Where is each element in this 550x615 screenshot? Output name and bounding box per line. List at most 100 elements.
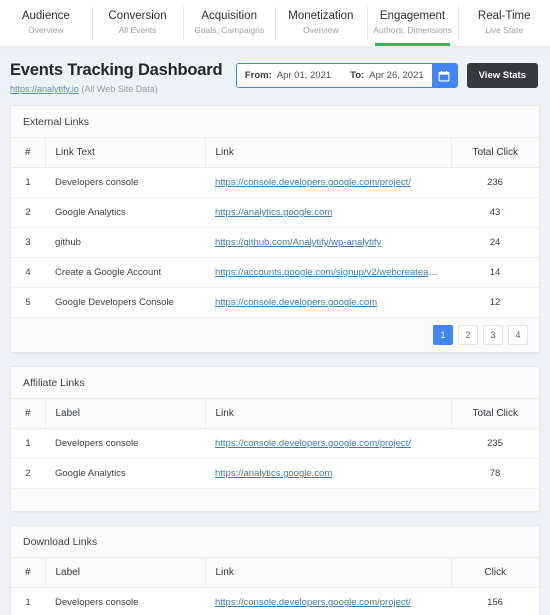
row-link[interactable]: https://console.developers.google.com/pr…: [215, 177, 411, 188]
date-to-label: To:: [350, 70, 365, 81]
download-links-heading: Download Links: [11, 526, 539, 558]
date-range-picker[interactable]: From: Apr 01, 2021 To: Apr 26, 2021: [235, 63, 458, 88]
nav-tab-title: Real-Time: [477, 9, 531, 22]
cell-index: 1: [11, 428, 45, 459]
row-link[interactable]: https://github.com/Analytify/wp-analytif…: [215, 237, 381, 248]
nav-tab-title: Acquisition: [201, 9, 257, 22]
cell-label: Developers console: [45, 587, 205, 615]
row-link[interactable]: https://analytics.google.com: [215, 207, 332, 218]
cell-label: Developers console: [45, 167, 205, 198]
site-url-link[interactable]: https://analytify.io: [10, 84, 79, 94]
table-row: 1 Developers console https://console.dev…: [11, 167, 539, 198]
pagination-page-3[interactable]: 3: [483, 325, 503, 345]
download-links-table-head: # Label Link Click: [11, 558, 539, 588]
cell-label: Google Analytics: [45, 458, 205, 489]
affiliate-links-footer: [11, 489, 539, 511]
column-header-link: Link: [205, 399, 452, 429]
cell-link: https://accounts.google.com/signup/v2/we…: [205, 257, 451, 288]
column-header-label: Link Text: [45, 138, 206, 168]
cell-index: 5: [11, 287, 45, 318]
column-header-label: Label: [45, 399, 206, 429]
column-header-clicks: Total Click: [451, 138, 539, 168]
download-links-table-body: 1 Developers console https://console.dev…: [11, 587, 539, 615]
table-row: 3 github https://github.com/Analytify/wp…: [11, 227, 539, 258]
cell-clicks: 24: [451, 227, 539, 258]
cell-clicks: 156: [451, 587, 539, 615]
external-links-card: External Links # Link Text Link Total Cl…: [10, 105, 540, 353]
cell-clicks: 236: [451, 167, 539, 198]
row-link[interactable]: https://console.developers.google.com/pr…: [215, 438, 411, 449]
external-links-table: # Link Text Link Total Click 1 Developer…: [11, 138, 539, 318]
cell-label: Developers console: [45, 428, 205, 459]
cell-link: https://console.developers.google.com/pr…: [205, 428, 451, 459]
cell-link: https://console.developers.google.com/pr…: [205, 167, 451, 198]
cell-index: 1: [11, 167, 45, 198]
site-info: https://analytify.io (All Web Site Data): [10, 84, 222, 95]
pagination-page-2[interactable]: 2: [458, 325, 478, 345]
column-header-index: #: [11, 399, 46, 429]
cell-link: https://analytics.google.com: [205, 458, 451, 489]
nav-tab-title: Monetization: [288, 9, 354, 22]
page-title: Events Tracking Dashboard: [10, 61, 223, 79]
cell-link: https://console.developers.google.com/pr…: [205, 587, 451, 615]
nav-tab-acquisition[interactable]: Acquisition Goals, Campaigns: [183, 0, 275, 46]
cell-index: 2: [11, 197, 45, 228]
cell-link: https://console.developers.google.com: [205, 287, 451, 318]
table-row: 1 Developers console https://console.dev…: [11, 428, 539, 459]
date-range-display[interactable]: From: Apr 01, 2021 To: Apr 26, 2021: [237, 64, 432, 87]
cell-clicks: 78: [451, 458, 539, 489]
affiliate-links-card: Affiliate Links # Label Link Total Click…: [10, 366, 540, 512]
cell-clicks: 14: [451, 257, 539, 288]
nav-tab-subtitle: Live State: [485, 24, 524, 35]
column-header-label: Label: [45, 558, 206, 588]
view-stats-button[interactable]: View Stats: [466, 63, 538, 88]
affiliate-links-table: # Label Link Total Click 1 Developers co…: [11, 399, 539, 489]
page-header: Events Tracking Dashboard https://analyt…: [0, 47, 550, 105]
nav-tab-monetization[interactable]: Monetization Overview: [275, 0, 367, 46]
page-header-left: Events Tracking Dashboard https://analyt…: [10, 60, 223, 95]
nav-tab-title: Engagement: [379, 9, 446, 22]
date-from-label: From:: [244, 70, 272, 81]
nav-tab-conversion[interactable]: Conversion All Events: [91, 0, 184, 46]
date-to-value: Apr 26, 2021: [369, 70, 424, 81]
pagination-page-1[interactable]: 1: [433, 325, 453, 345]
cell-label: Google Developers Console: [45, 287, 205, 318]
nav-tab-subtitle: Authors, Dimensions: [373, 24, 452, 35]
cell-index: 1: [11, 587, 45, 615]
primary-nav: Audience Overview Conversion All Events …: [0, 0, 550, 47]
column-header-link: Link: [205, 558, 452, 588]
external-links-table-body: 1 Developers console https://console.dev…: [11, 167, 539, 318]
table-header-row: # Label Link Click: [11, 558, 539, 588]
cell-label: github: [45, 227, 205, 258]
column-header-link: Link: [205, 138, 452, 168]
table-row: 2 Google Analytics https://analytics.goo…: [11, 458, 539, 489]
nav-tab-subtitle: Goals, Campaigns: [194, 24, 265, 35]
download-links-table: # Label Link Click 1 Developers console …: [11, 558, 539, 615]
calendar-icon[interactable]: [431, 64, 457, 87]
row-link[interactable]: https://console.developers.google.com: [215, 297, 377, 308]
pagination: 1 2 3 4: [433, 325, 528, 345]
cell-clicks: 43: [451, 197, 539, 228]
row-link[interactable]: https://accounts.google.com/signup/v2/we…: [215, 267, 451, 278]
page-header-right: From: Apr 01, 2021 To: Apr 26, 2021 View…: [235, 60, 538, 88]
cell-clicks: 235: [451, 428, 539, 459]
table-header-row: # Label Link Total Click: [11, 399, 539, 429]
row-link[interactable]: https://analytics.google.com: [215, 468, 332, 479]
external-links-heading: External Links: [11, 106, 539, 138]
cell-label: Create a Google Account: [45, 257, 205, 288]
nav-tab-subtitle: Overview: [303, 24, 339, 35]
pagination-page-4[interactable]: 4: [508, 325, 528, 345]
nav-tab-real-time[interactable]: Real-Time Live State: [458, 0, 550, 46]
row-link[interactable]: https://console.developers.google.com/pr…: [215, 597, 411, 608]
table-row: 2 Google Analytics https://analytics.goo…: [11, 197, 539, 228]
cell-link: https://github.com/Analytify/wp-analytif…: [205, 227, 451, 258]
nav-tab-audience[interactable]: Audience Overview: [0, 0, 92, 46]
external-links-table-head: # Link Text Link Total Click: [11, 138, 539, 168]
cell-label: Google Analytics: [45, 197, 205, 228]
affiliate-links-heading: Affiliate Links: [11, 367, 539, 399]
cell-index: 4: [11, 257, 45, 288]
site-scope-label: (All Web Site Data): [81, 84, 158, 94]
nav-tab-engagement[interactable]: Engagement Authors, Dimensions: [366, 0, 459, 46]
table-row: 5 Google Developers Console https://cons…: [11, 287, 539, 318]
external-links-footer: 1 2 3 4: [11, 318, 539, 352]
